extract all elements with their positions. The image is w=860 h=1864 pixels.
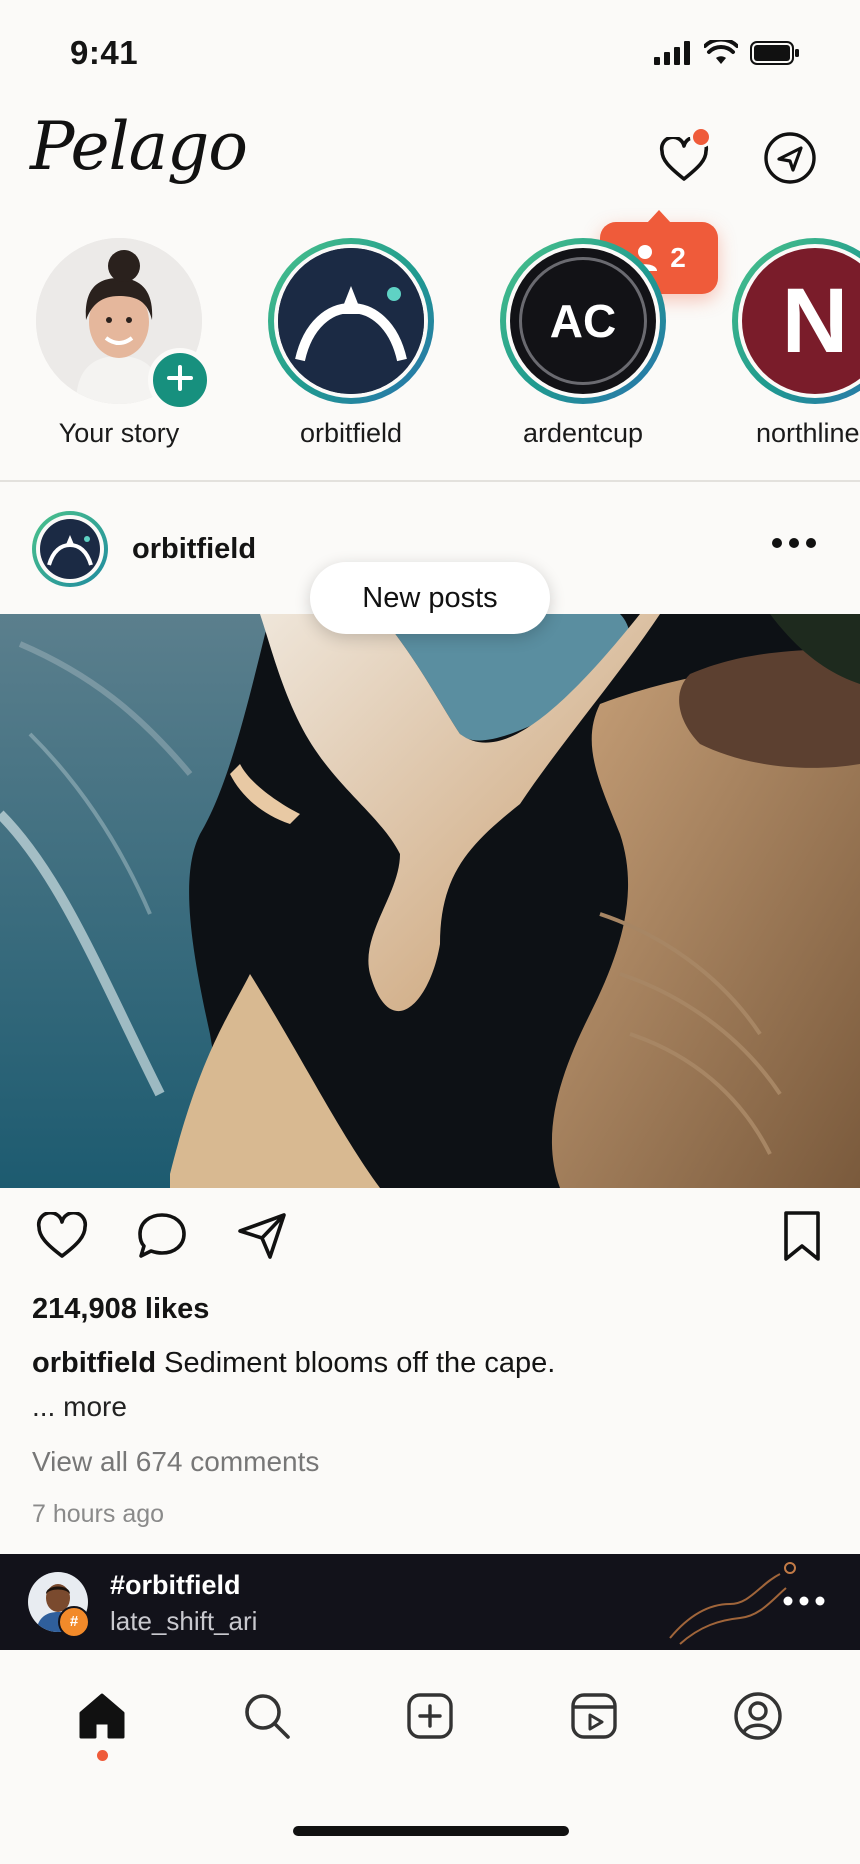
more-icon bbox=[783, 1596, 825, 1606]
story-ring bbox=[268, 238, 434, 404]
comment-icon bbox=[138, 1213, 186, 1258]
share-button[interactable] bbox=[234, 1208, 290, 1264]
story-ring: AC bbox=[500, 238, 666, 404]
hashtag-badge: # bbox=[58, 1606, 90, 1638]
create-icon bbox=[407, 1693, 453, 1739]
status-time: 9:41 bbox=[70, 34, 139, 71]
bar-username[interactable]: late_shift_ari bbox=[110, 1606, 257, 1637]
tab-create[interactable] bbox=[390, 1676, 470, 1756]
post-avatar[interactable] bbox=[32, 511, 108, 587]
reels-icon bbox=[571, 1693, 617, 1739]
tab-profile[interactable] bbox=[718, 1676, 798, 1756]
app-logo[interactable]: Pelago bbox=[30, 108, 248, 185]
like-button[interactable] bbox=[34, 1208, 90, 1264]
heart-icon bbox=[36, 1212, 88, 1258]
tab-search[interactable] bbox=[227, 1676, 307, 1756]
story-orbitfield[interactable]: orbitfield bbox=[256, 238, 446, 449]
wifi-icon bbox=[704, 40, 738, 64]
caption-text: Sediment blooms off the cape. bbox=[164, 1347, 556, 1379]
tab-home[interactable] bbox=[62, 1676, 142, 1756]
orbitfield-logo bbox=[278, 248, 424, 394]
save-button[interactable] bbox=[774, 1208, 830, 1264]
signal-icon bbox=[654, 41, 690, 65]
post-more-button[interactable] bbox=[770, 536, 818, 555]
like-count[interactable]: 214,908 likes bbox=[32, 1293, 209, 1326]
active-tab-indicator bbox=[97, 1750, 108, 1761]
more-icon bbox=[772, 538, 816, 548]
story-label: orbitfield bbox=[299, 418, 403, 448]
add-story-button[interactable] bbox=[148, 348, 212, 412]
bar-artwork bbox=[669, 1562, 796, 1645]
story-label: northline bbox=[756, 418, 860, 448]
story-ring: N bbox=[732, 238, 860, 404]
post-caption: orbitfield Sediment blooms off the cape. bbox=[32, 1347, 555, 1380]
story-northline[interactable]: N northline bbox=[720, 238, 860, 449]
bar-more-button[interactable] bbox=[782, 1594, 826, 1612]
send-icon bbox=[764, 132, 816, 184]
home-indicator bbox=[293, 1826, 569, 1836]
tab-reels[interactable] bbox=[554, 1676, 634, 1756]
story-label: ardentcup bbox=[522, 418, 644, 448]
divider bbox=[0, 480, 860, 482]
ardentcup-logo: AC bbox=[510, 248, 656, 394]
caption-username[interactable]: orbitfield bbox=[32, 1347, 156, 1379]
story-label: Your story bbox=[58, 418, 180, 448]
view-comments-link[interactable]: View all 674 comments bbox=[32, 1446, 319, 1478]
profile-icon bbox=[734, 1692, 782, 1740]
home-icon bbox=[79, 1693, 125, 1739]
ardentcup-initials: AC bbox=[549, 295, 617, 347]
notification-dot bbox=[690, 126, 712, 148]
comment-button[interactable] bbox=[134, 1208, 190, 1264]
status-icons bbox=[654, 40, 800, 66]
northline-logo: N bbox=[742, 248, 860, 394]
messages-button[interactable] bbox=[758, 126, 822, 190]
new-posts-button[interactable]: New posts bbox=[310, 562, 550, 634]
bookmark-icon bbox=[784, 1211, 820, 1261]
post-timestamp: 7 hours ago bbox=[32, 1500, 165, 1528]
post-photo[interactable] bbox=[0, 614, 860, 1188]
caption-more-link[interactable]: ... more bbox=[32, 1391, 127, 1423]
northline-initials: N bbox=[781, 269, 849, 372]
plus-icon bbox=[167, 365, 193, 391]
battery-icon bbox=[750, 41, 799, 65]
story-your-story[interactable]: Your story bbox=[24, 238, 214, 449]
bar-hashtag[interactable]: #orbitfield bbox=[110, 1570, 241, 1601]
search-icon bbox=[245, 1694, 290, 1739]
post-username[interactable]: orbitfield bbox=[132, 533, 256, 566]
story-ardentcup[interactable]: AC ardentcup bbox=[488, 238, 678, 449]
activity-button[interactable] bbox=[652, 126, 716, 192]
send-icon bbox=[238, 1213, 286, 1259]
